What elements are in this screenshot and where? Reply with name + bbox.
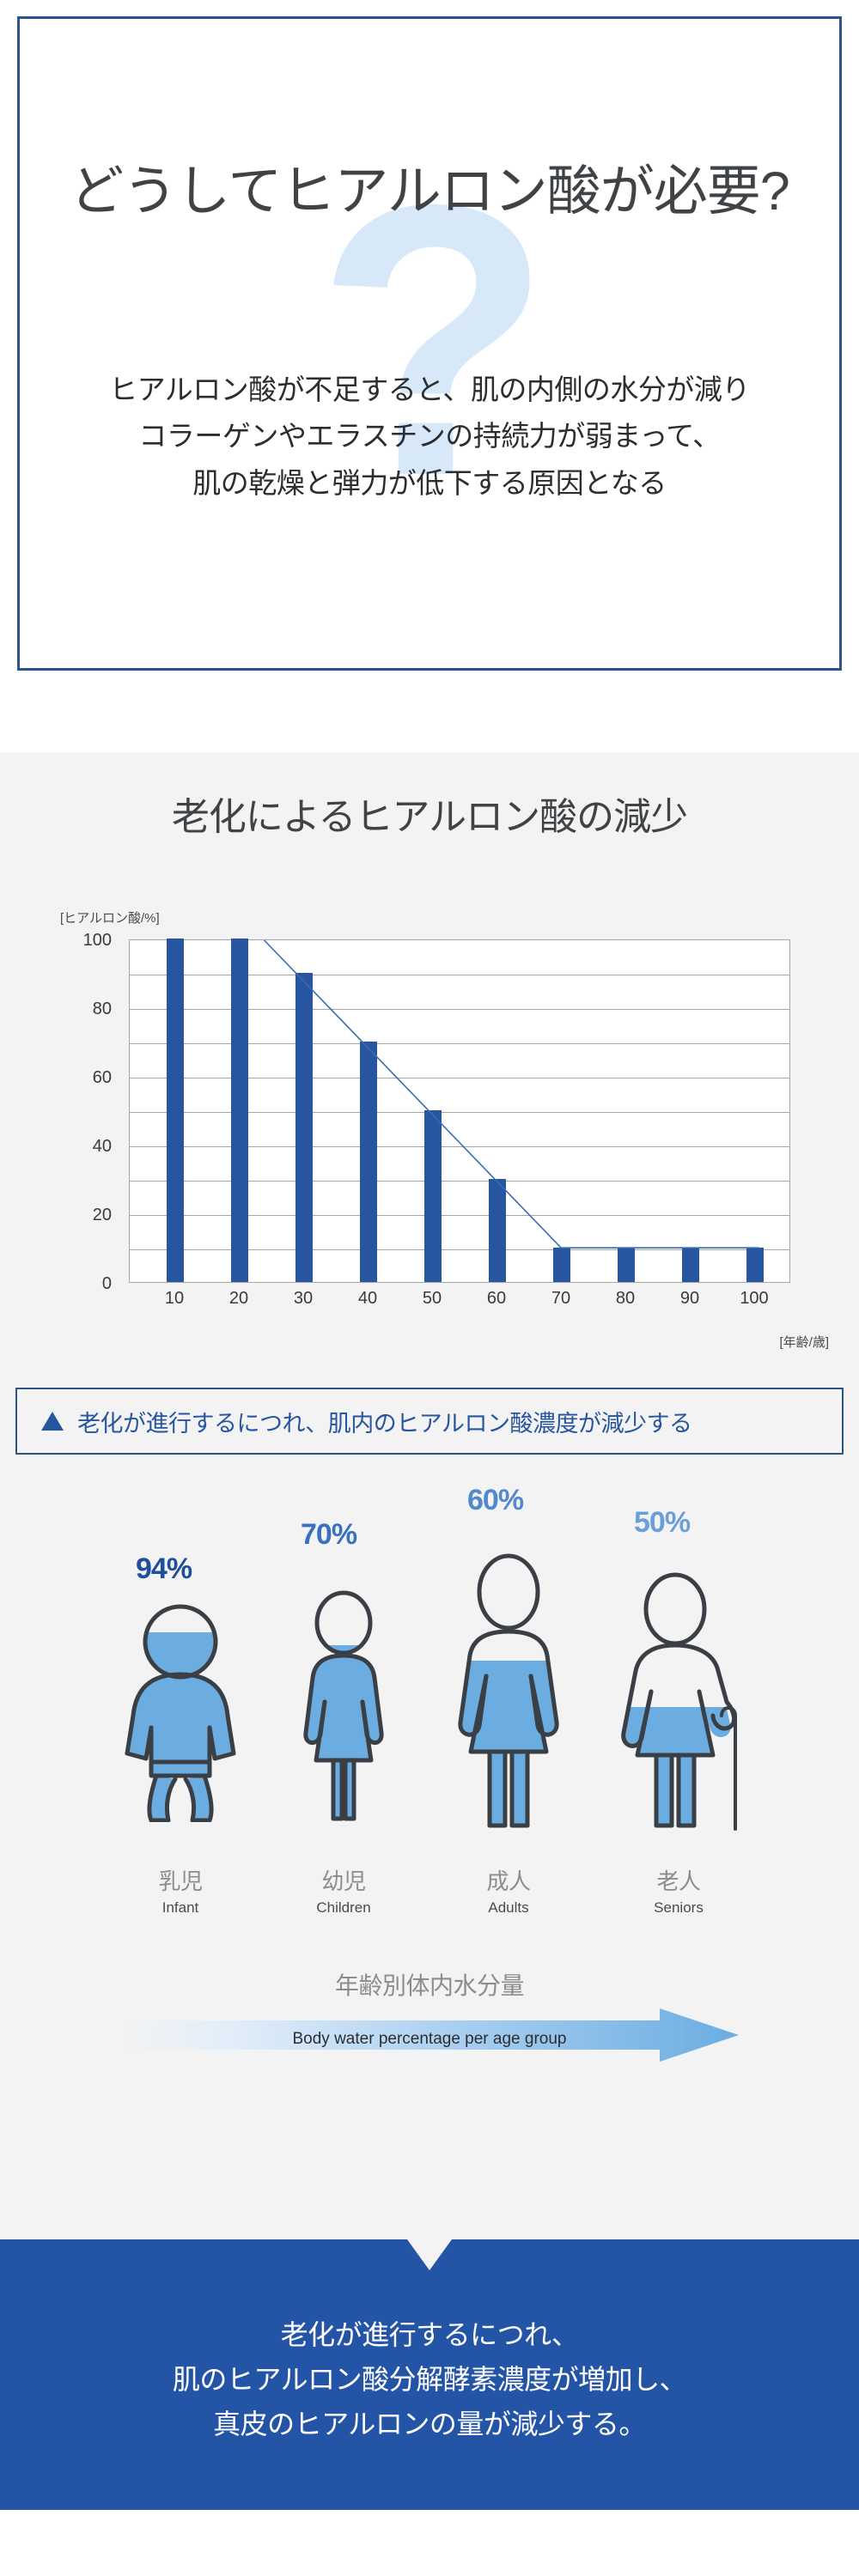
chart-x-tick: 50 [422, 1289, 442, 1308]
arrow-banner: 年齢別体内水分量 Body water percentage per age g… [0, 1967, 859, 2079]
chart-y-tick: 100 [82, 931, 112, 950]
arrow-title-jp: 年齢別体内水分量 [334, 1972, 525, 1999]
chart-callout-text: 老化が進行するにつれ、肌内のヒアルロン酸濃度が減少する [77, 1410, 692, 1437]
chart-title: 老化によるヒアルロン酸の減少 [171, 796, 688, 838]
arrow-caption-en: Body water percentage per age group [292, 2030, 567, 2048]
chart-y-axis-label: [ヒアルロン酸/%] [60, 911, 160, 926]
summary-line: 真皮のヒアルロンの量が減少する。 [213, 2408, 646, 2439]
children-figure-icon [303, 1590, 384, 1821]
chart-y-tick: 0 [101, 1274, 112, 1293]
pictogram-percent: 70% [301, 1518, 357, 1551]
chart-x-tick: 20 [228, 1289, 249, 1308]
adults-figure-icon [458, 1553, 559, 1828]
chart-y-tick: 40 [92, 1137, 112, 1156]
pictogram-label-en: Children [316, 1899, 371, 1916]
notch-triangle-icon [407, 2239, 452, 2270]
hero-description-line: ヒアルロン酸が不足すると、肌の内側の水分が減り [109, 374, 750, 405]
pictogram-label-jp: 乳児 [158, 1868, 203, 1894]
content-section: 老化によるヒアルロン酸の減少 [ヒアルロン酸/%] [年齢/歳] 0 20 40… [0, 752, 859, 2239]
chart-x-tick: 60 [486, 1289, 507, 1308]
summary-banner-text: 老化が進行するにつれ、 肌のヒアルロン酸分解酵素濃度が増加し、 真皮のヒアルロン… [0, 2313, 859, 2446]
pictogram-group: 94% 乳児 Infant 70% 幼児 Children 60% 成人 Adu… [0, 1484, 859, 1954]
pictogram-label-en: Seniors [654, 1899, 704, 1916]
chart-x-tick: 80 [615, 1289, 636, 1308]
chart-plot-area [129, 939, 790, 1283]
pictogram-label-en: Adults [488, 1899, 529, 1916]
chart-x-tick: 70 [551, 1289, 571, 1308]
hero-card: ? どうしてヒアルロン酸が必要? ヒアルロン酸が不足すると、肌の内側の水分が減り… [17, 16, 842, 671]
chart-y-tick: 80 [92, 999, 112, 1018]
chart-x-tick: 30 [293, 1289, 314, 1308]
hero-description-line: コラーゲンやエラスチンの持続力が弱まって、 [138, 420, 721, 453]
infant-figure-icon [125, 1604, 236, 1822]
seniors-figure-icon [621, 1572, 737, 1831]
summary-line: 肌のヒアルロン酸分解酵素濃度が増加し、 [172, 2363, 687, 2395]
chart-x-tick: 40 [357, 1289, 378, 1308]
page-title: どうしてヒアルロン酸が必要? [70, 161, 790, 222]
pictogram-label-jp: 老人 [656, 1868, 701, 1894]
chart-x-tick: 10 [164, 1289, 185, 1308]
pictogram-percent: 50% [634, 1506, 691, 1539]
pictogram-label-en: Infant [161, 1899, 199, 1916]
summary-line: 老化が進行するにつれ、 [280, 2319, 579, 2350]
pictogram-percent: 94% [136, 1552, 192, 1585]
pictogram-label-jp: 幼児 [321, 1868, 366, 1894]
chart-x-axis-label: [年齢/歳] [779, 1335, 829, 1350]
chart-callout: 老化が進行するにつれ、肌内のヒアルロン酸濃度が減少する [15, 1388, 844, 1455]
pictogram-label-jp: 成人 [486, 1868, 531, 1894]
chart-x-tick: 100 [740, 1289, 769, 1308]
triangle-up-icon [41, 1412, 64, 1431]
chart-y-tick: 60 [92, 1068, 112, 1087]
hero-description-line: 肌の乾燥と弾力が低下する原因となる [192, 466, 667, 499]
summary-banner: 老化が進行するにつれ、 肌のヒアルロン酸分解酵素濃度が増加し、 真皮のヒアルロン… [0, 2239, 859, 2510]
chart-trend-line [264, 939, 759, 1249]
pictogram-percent: 60% [467, 1484, 524, 1516]
hero-description: ヒアルロン酸が不足すると、肌の内側の水分が減り コラーゲンやエラスチンの持続力が… [20, 367, 839, 507]
chart-y-tick: 20 [92, 1206, 112, 1224]
chart-x-tick: 90 [679, 1289, 700, 1308]
